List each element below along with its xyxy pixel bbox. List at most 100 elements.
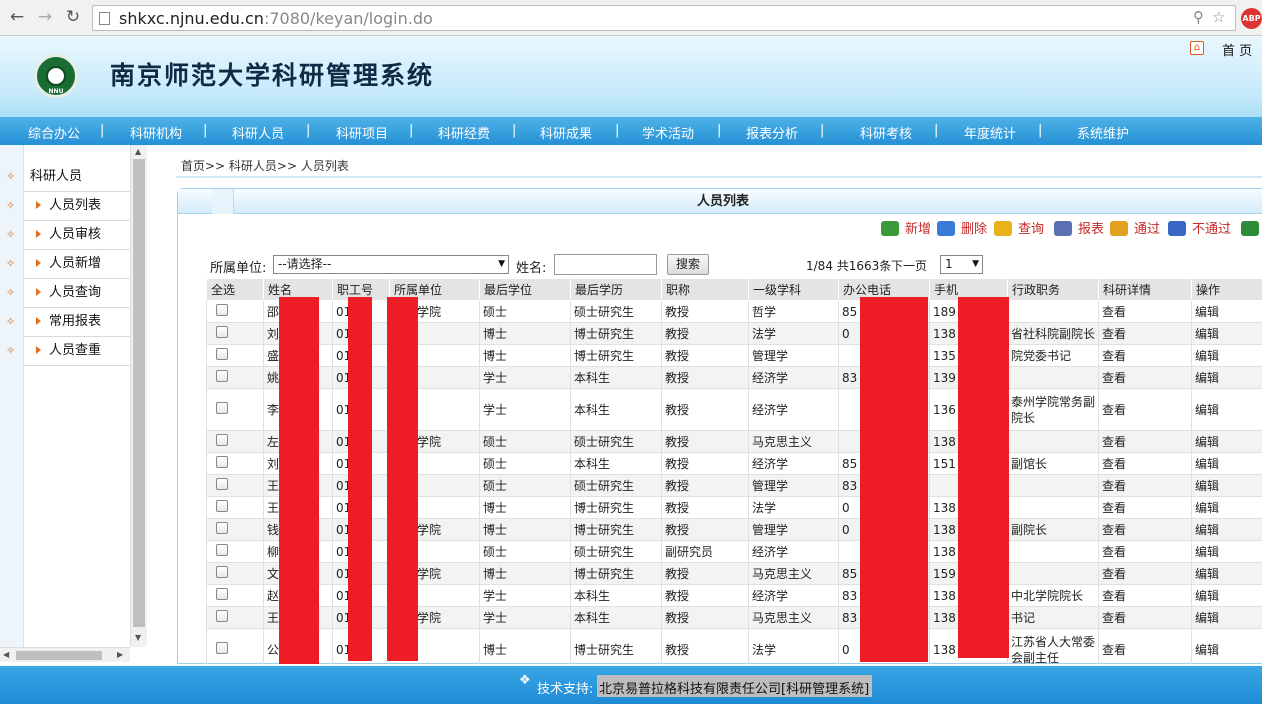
logo-text: NNU	[48, 88, 64, 95]
row-select-cell	[206, 474, 264, 497]
view-link[interactable]: 查看	[1098, 366, 1192, 389]
column-header[interactable]: 全选	[206, 278, 264, 301]
row-checkbox[interactable]	[216, 456, 228, 468]
view-link[interactable]: 查看	[1098, 606, 1192, 629]
row-checkbox[interactable]	[216, 348, 228, 360]
nav-item[interactable]: 报表分析	[746, 123, 798, 142]
row-checkbox[interactable]	[216, 370, 228, 382]
sidebar-vertical-scrollbar[interactable]: ▲ ▼	[130, 145, 147, 647]
page-select[interactable]: 1 ▼	[940, 255, 983, 274]
view-link[interactable]: 查看	[1098, 344, 1192, 367]
view-link[interactable]: 查看	[1098, 322, 1192, 345]
scroll-up-icon[interactable]: ▲	[135, 147, 141, 156]
edit-link[interactable]: 编辑	[1191, 584, 1262, 607]
row-checkbox[interactable]	[216, 434, 228, 446]
view-link[interactable]: 查看	[1098, 474, 1192, 497]
nav-item[interactable]: 科研机构	[130, 123, 182, 142]
row-checkbox[interactable]	[216, 478, 228, 490]
scrollbar-thumb[interactable]	[16, 651, 102, 660]
query-button[interactable]: 查询	[994, 221, 1044, 239]
view-link[interactable]: 查看	[1098, 540, 1192, 563]
view-link[interactable]: 查看	[1098, 388, 1192, 431]
scroll-left-icon[interactable]: ◀	[3, 650, 9, 659]
approve-button[interactable]: 通过	[1110, 221, 1160, 239]
unit-label: 所属单位:	[210, 261, 267, 276]
next-page-link[interactable]: 下一页	[891, 257, 927, 274]
edit-link[interactable]: 编辑	[1191, 300, 1262, 323]
name-input[interactable]	[554, 254, 657, 275]
delete-icon	[937, 221, 955, 236]
row-checkbox[interactable]	[216, 500, 228, 512]
row-checkbox[interactable]	[216, 304, 228, 316]
star-icon[interactable]: ☆	[1212, 8, 1225, 26]
view-link[interactable]: 查看	[1098, 496, 1192, 519]
row-checkbox[interactable]	[216, 566, 228, 578]
reject-button[interactable]: 不通过	[1168, 221, 1231, 239]
back-icon[interactable]: ←	[6, 6, 28, 28]
sidebar-section[interactable]: 科研人员	[24, 163, 130, 192]
view-link[interactable]: 查看	[1098, 518, 1192, 541]
view-link[interactable]: 查看	[1098, 562, 1192, 585]
reload-icon[interactable]: ↻	[62, 6, 84, 28]
add-button[interactable]: 新增	[881, 221, 931, 239]
nav-item[interactable]: 科研考核	[860, 123, 912, 142]
row-checkbox[interactable]	[216, 326, 228, 338]
scroll-right-icon[interactable]: ▶	[117, 650, 123, 659]
edit-link[interactable]: 编辑	[1191, 344, 1262, 367]
view-link[interactable]: 查看	[1098, 300, 1192, 323]
sidebar-item[interactable]: 人员新增	[24, 250, 130, 279]
sidebar-horizontal-scrollbar[interactable]: ◀ ▶	[0, 647, 130, 662]
nav-item[interactable]: 科研经费	[438, 123, 490, 142]
name-label: 姓名:	[516, 261, 547, 276]
home-link[interactable]: 首 页	[1222, 40, 1252, 59]
view-link[interactable]: 查看	[1098, 452, 1192, 475]
row-checkbox[interactable]	[216, 522, 228, 534]
sidebar-item[interactable]: 人员列表	[24, 192, 130, 221]
view-link[interactable]: 查看	[1098, 584, 1192, 607]
row-checkbox[interactable]	[216, 610, 228, 622]
unit-select-value: --请选择--	[278, 257, 332, 271]
scrollbar-thumb[interactable]	[133, 159, 145, 627]
nav-item[interactable]: 学术活动	[642, 123, 694, 142]
edit-link[interactable]: 编辑	[1191, 452, 1262, 475]
nav-item[interactable]: 科研成果	[540, 123, 592, 142]
row-checkbox[interactable]	[216, 402, 228, 414]
export-button[interactable]	[1241, 221, 1262, 239]
sidebar-item[interactable]: 人员查询	[24, 279, 130, 308]
adblock-icon[interactable]: ABP	[1241, 8, 1262, 29]
edit-link[interactable]: 编辑	[1191, 496, 1262, 519]
edit-link[interactable]: 编辑	[1191, 518, 1262, 541]
nav-item[interactable]: 科研人员	[232, 123, 284, 142]
address-bar[interactable]: shkxc.njnu.edu.cn:7080/keyan/login.do ⚲ …	[92, 5, 1236, 31]
edit-link[interactable]: 编辑	[1191, 474, 1262, 497]
cell-degree: 学士	[479, 606, 571, 629]
sidebar-item[interactable]: 人员审核	[24, 221, 130, 250]
nav-item[interactable]: 科研项目	[336, 123, 388, 142]
edit-link[interactable]: 编辑	[1191, 540, 1262, 563]
edit-link[interactable]: 编辑	[1191, 430, 1262, 453]
forward-icon[interactable]: →	[34, 6, 56, 28]
edit-link[interactable]: 编辑	[1191, 562, 1262, 585]
edit-link[interactable]: 编辑	[1191, 322, 1262, 345]
edit-link[interactable]: 编辑	[1191, 606, 1262, 629]
row-checkbox[interactable]	[216, 588, 228, 600]
nav-item[interactable]: 系统维护	[1077, 123, 1129, 142]
delete-button[interactable]: 删除	[937, 221, 987, 239]
redaction-block	[348, 297, 372, 661]
nav-item[interactable]: 综合办公	[28, 123, 80, 142]
key-icon[interactable]: ⚲	[1193, 8, 1204, 26]
unit-select[interactable]: --请选择-- ▼	[273, 255, 509, 274]
view-link[interactable]: 查看	[1098, 430, 1192, 453]
report-button[interactable]: 报表	[1054, 221, 1104, 239]
scroll-down-icon[interactable]: ▼	[135, 633, 141, 642]
search-button[interactable]: 搜索	[667, 254, 709, 275]
row-checkbox[interactable]	[216, 544, 228, 556]
edit-link[interactable]: 编辑	[1191, 388, 1262, 431]
edit-link[interactable]: 编辑	[1191, 366, 1262, 389]
sidebar-item[interactable]: 常用报表	[24, 308, 130, 337]
nav-item[interactable]: 年度统计	[964, 123, 1016, 142]
row-checkbox[interactable]	[216, 642, 228, 654]
cell-title: 教授	[661, 322, 749, 345]
home-icon[interactable]: ⌂	[1190, 41, 1204, 55]
sidebar-item[interactable]: 人员查重	[24, 337, 130, 366]
